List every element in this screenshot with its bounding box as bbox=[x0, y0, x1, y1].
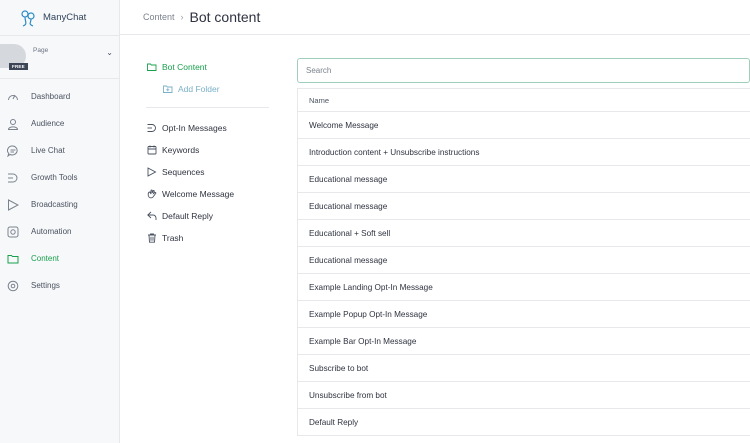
breadcrumb-separator: › bbox=[180, 12, 184, 22]
page-label: Page bbox=[33, 47, 49, 54]
sidebar-item-label: Content bbox=[31, 254, 60, 263]
sidebar-item-settings[interactable]: Settings bbox=[0, 272, 119, 299]
folder-label: Bot Content bbox=[162, 61, 207, 72]
sidebar-nav: Dashboard Audience Live Chat Growth Tool… bbox=[0, 83, 119, 299]
table-row[interactable]: Introduction content + Unsubscribe instr… bbox=[298, 139, 750, 166]
content-table: Name Welcome Message Introduction content… bbox=[297, 88, 750, 436]
sidebar-item-content[interactable]: Content bbox=[0, 245, 119, 272]
app-name: ManyChat bbox=[43, 12, 87, 23]
content-area: Name Welcome MessageIntroduction content… bbox=[297, 58, 750, 436]
settings-icon bbox=[6, 279, 19, 292]
search-input[interactable] bbox=[297, 58, 750, 83]
send-icon bbox=[6, 198, 19, 211]
sidebar-item-audience[interactable]: Audience bbox=[0, 110, 119, 137]
dashboard-icon bbox=[6, 90, 19, 103]
reply-icon bbox=[146, 210, 157, 221]
add-folder-button[interactable]: Add Folder bbox=[162, 83, 220, 94]
sidebar-item-automation[interactable]: Automation bbox=[0, 218, 119, 245]
divider bbox=[146, 107, 269, 108]
folder-default-reply[interactable]: Default Reply bbox=[146, 210, 213, 221]
free-badge: FREE bbox=[9, 63, 28, 70]
chat-bubble-icon bbox=[6, 144, 19, 157]
sidebar-item-label: Growth Tools bbox=[31, 173, 78, 182]
folder-opt-in-messages[interactable]: Opt-In Messages bbox=[146, 122, 227, 133]
app-sidebar: ManyChat FREE Page ⌄ Dashboard Audience … bbox=[0, 0, 120, 443]
folder-label: Sequences bbox=[162, 166, 205, 177]
folder-icon bbox=[6, 252, 19, 265]
user-icon bbox=[6, 117, 19, 130]
logo[interactable]: ManyChat bbox=[0, 0, 119, 35]
table-row[interactable]: Unsubscribe from bot bbox=[298, 382, 750, 409]
table-row[interactable]: Educational message bbox=[298, 247, 750, 274]
sidebar-item-dashboard[interactable]: Dashboard bbox=[0, 83, 119, 110]
table-row[interactable]: Welcome Message bbox=[298, 112, 750, 139]
table-row[interactable]: Educational + Soft sell bbox=[298, 220, 750, 247]
table-row[interactable]: Educational message bbox=[298, 193, 750, 220]
folder-bot-content[interactable]: Bot Content bbox=[146, 61, 207, 72]
page-header: Content › Bot content bbox=[120, 0, 750, 35]
sidebar-item-live-chat[interactable]: Live Chat bbox=[0, 137, 119, 164]
wave-icon bbox=[146, 188, 157, 199]
trash-icon bbox=[146, 232, 157, 243]
add-folder-icon bbox=[162, 83, 173, 94]
folder-panel: Bot Content Add Folder Opt-In Messages K… bbox=[120, 36, 290, 443]
chevron-down-icon[interactable]: ⌄ bbox=[106, 48, 113, 57]
sequences-icon bbox=[146, 166, 157, 177]
folder-label: Opt-In Messages bbox=[162, 122, 227, 133]
table-row[interactable]: Example Landing Opt-In Message bbox=[298, 274, 750, 301]
add-folder-label: Add Folder bbox=[178, 83, 220, 94]
folder-welcome-message[interactable]: Welcome Message bbox=[146, 188, 234, 199]
growth-icon bbox=[6, 171, 19, 184]
sidebar-item-label: Dashboard bbox=[31, 92, 71, 101]
sidebar-item-growth-tools[interactable]: Growth Tools bbox=[0, 164, 119, 191]
sidebar-item-label: Audience bbox=[31, 119, 65, 128]
page-title: Bot content bbox=[189, 9, 261, 25]
keywords-icon bbox=[146, 144, 157, 155]
optin-icon bbox=[146, 122, 157, 133]
table-row[interactable]: Subscribe to bot bbox=[298, 355, 750, 382]
sidebar-item-label: Live Chat bbox=[31, 146, 65, 155]
column-header-name[interactable]: Name bbox=[298, 89, 750, 112]
page-switcher[interactable]: FREE Page ⌄ bbox=[0, 35, 119, 79]
table-row[interactable]: Example Bar Opt-In Message bbox=[298, 328, 750, 355]
sidebar-item-label: Broadcasting bbox=[31, 200, 78, 209]
folder-keywords[interactable]: Keywords bbox=[146, 144, 199, 155]
folder-trash[interactable]: Trash bbox=[146, 232, 183, 243]
manychat-logo-icon bbox=[21, 9, 35, 27]
folder-sequences[interactable]: Sequences bbox=[146, 166, 205, 177]
sidebar-item-broadcasting[interactable]: Broadcasting bbox=[0, 191, 119, 218]
folder-label: Welcome Message bbox=[162, 188, 235, 199]
table-row[interactable]: Educational message bbox=[298, 166, 750, 193]
folder-label: Default Reply bbox=[162, 210, 214, 221]
sidebar-item-label: Settings bbox=[31, 281, 60, 290]
folder-open-icon bbox=[146, 61, 157, 72]
breadcrumb-content[interactable]: Content bbox=[143, 12, 175, 22]
gear-icon bbox=[6, 225, 19, 238]
sidebar-item-label: Automation bbox=[31, 227, 72, 236]
folder-label: Trash bbox=[162, 232, 184, 243]
folder-label: Keywords bbox=[162, 144, 200, 155]
table-row[interactable]: Example Popup Opt-In Message bbox=[298, 301, 750, 328]
table-row[interactable]: Default Reply bbox=[298, 409, 750, 436]
